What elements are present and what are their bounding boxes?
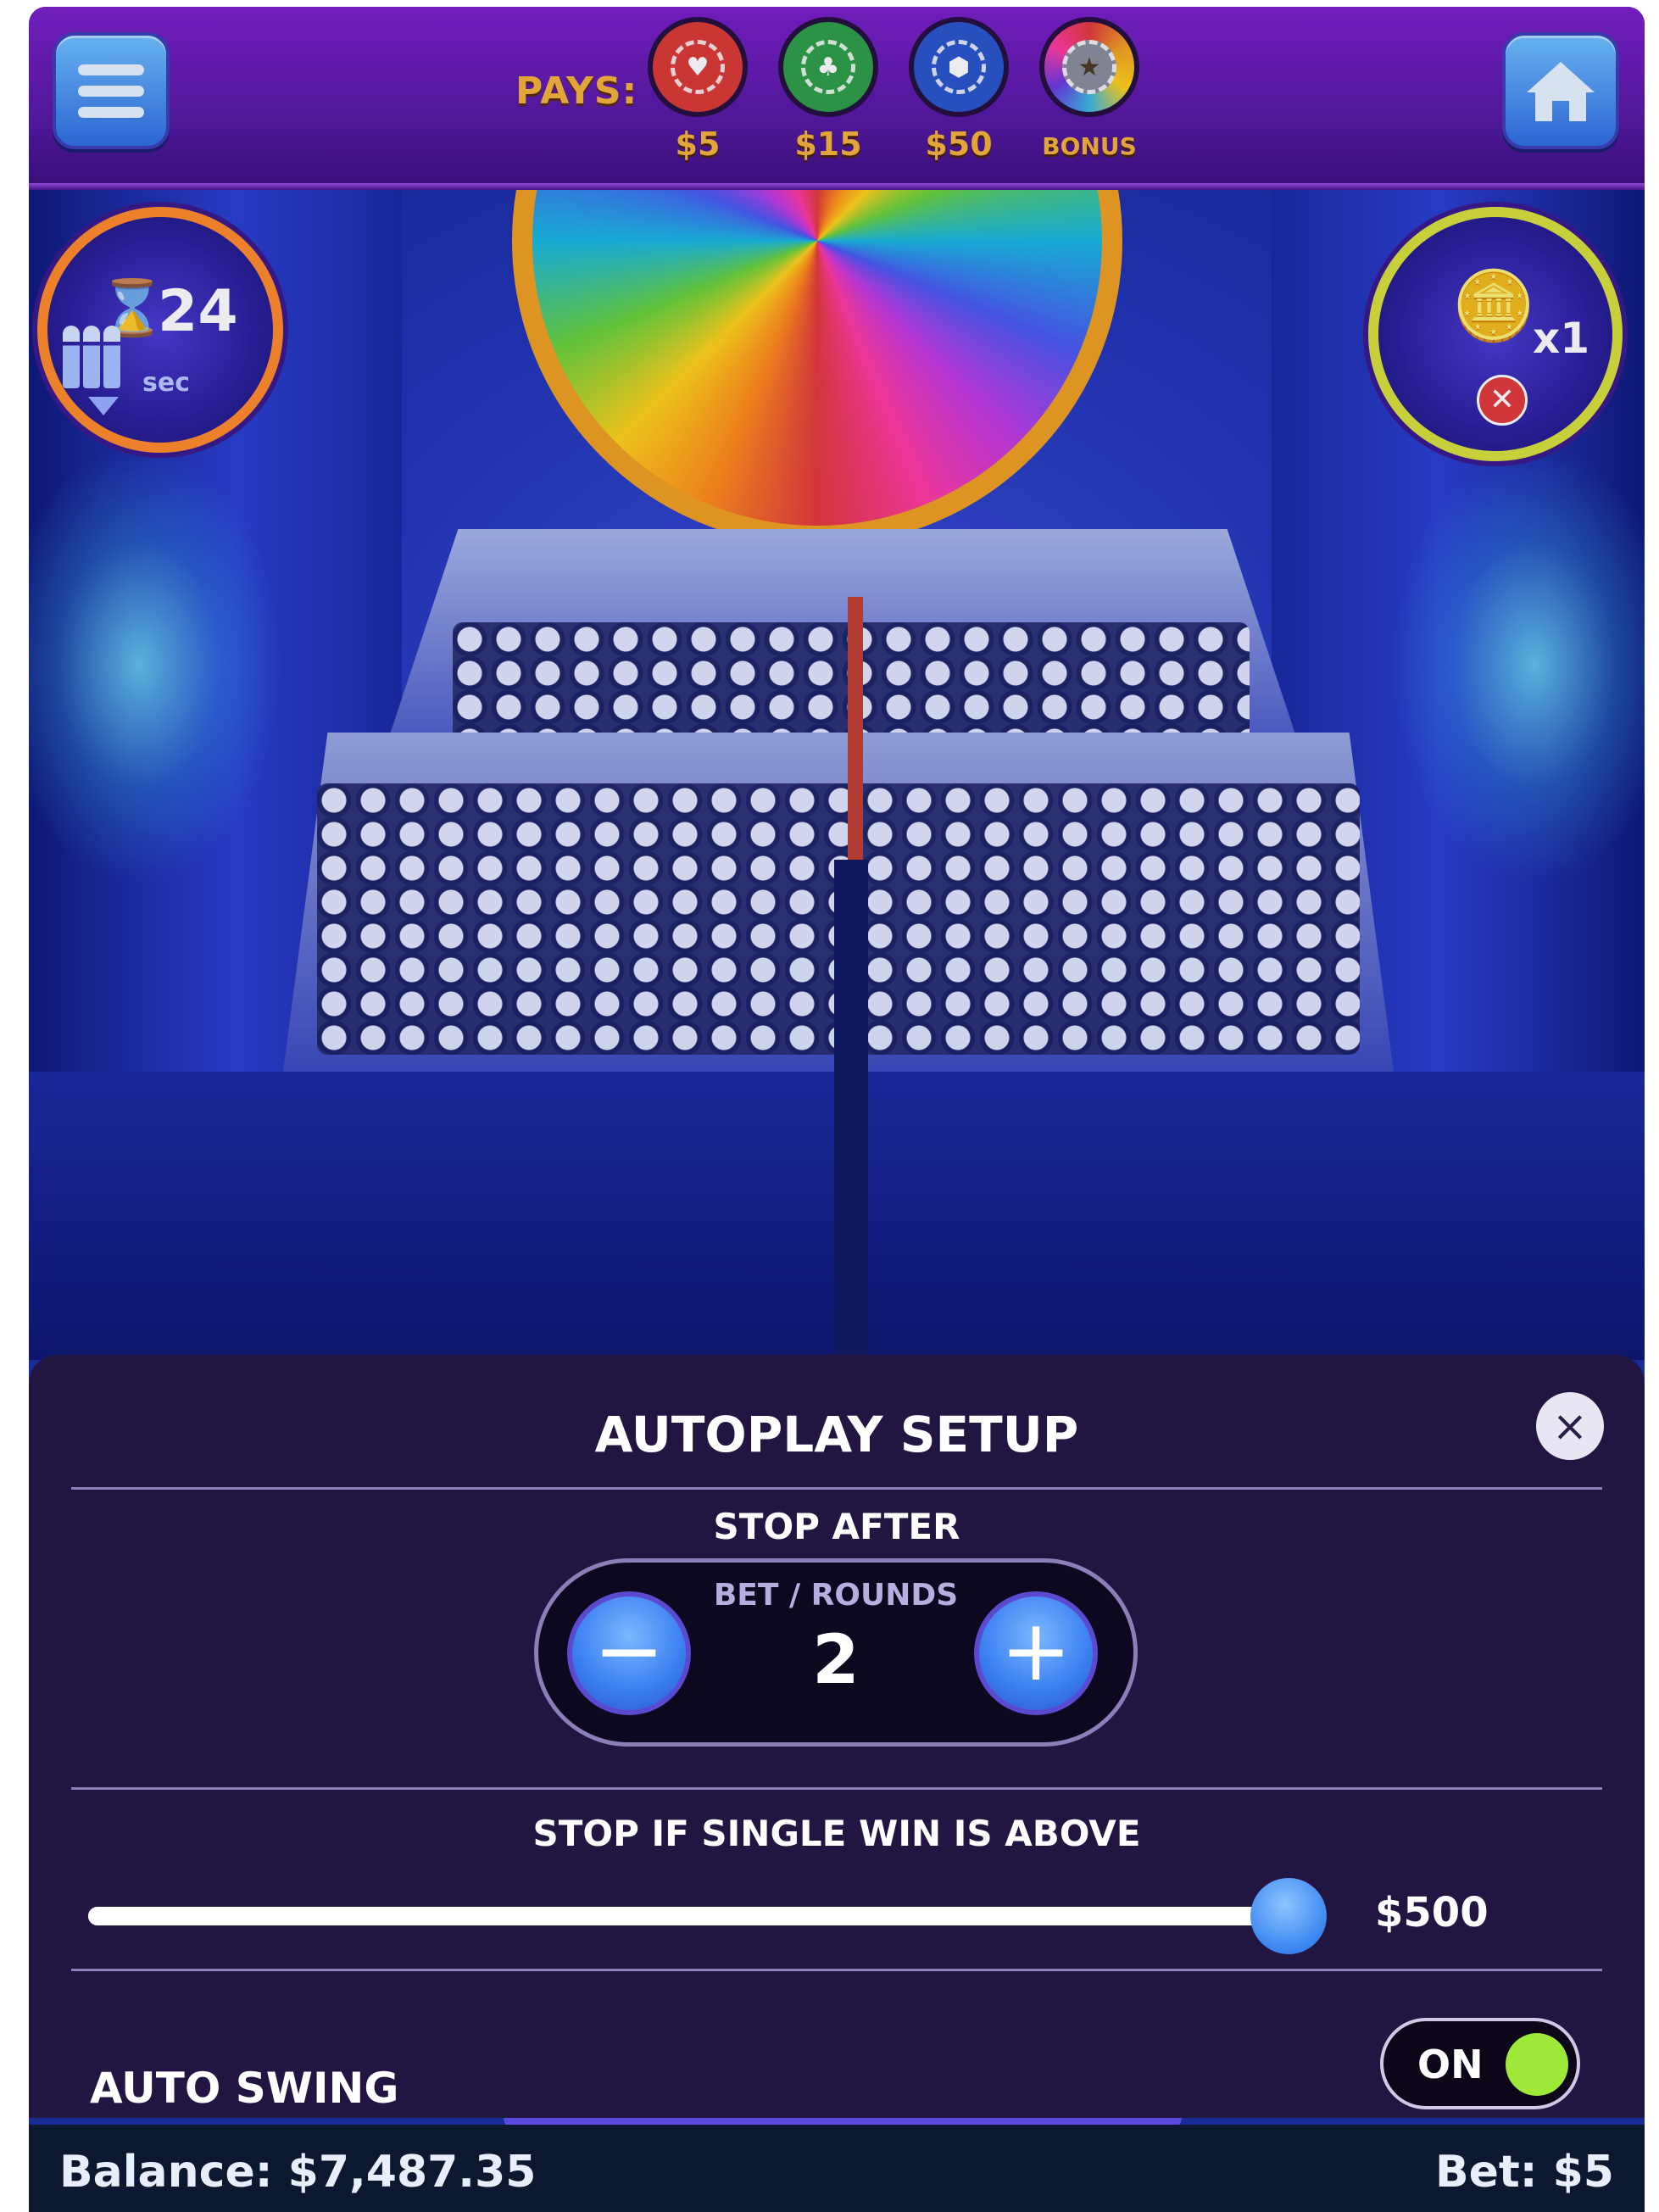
multiplier-value: x1 <box>1533 314 1590 363</box>
game-window: PAYS: ♥ $5 ♣ $15 ⬢ $50 ★ BONUS ⌛ 24 sec … <box>29 7 1645 2212</box>
coin-jar-icon: 🪙 <box>1451 266 1536 345</box>
divider <box>71 1969 1602 1971</box>
star-icon: ★ <box>1062 40 1116 94</box>
chip-5: ♥ <box>648 17 748 117</box>
heart-icon: ♥ <box>671 40 725 94</box>
light-left <box>29 444 283 885</box>
chip-bonus-value: BONUS <box>1042 132 1137 160</box>
chip-50-value: $50 <box>925 125 993 163</box>
hamburger-bar <box>78 85 144 97</box>
auto-swing-toggle[interactable]: ON <box>1380 2018 1580 2109</box>
chip-5-value: $5 <box>675 125 721 163</box>
panel-title: AUTOPLAY SETUP <box>594 1406 1079 1463</box>
auto-swing-label: AUTO SWING <box>90 2064 399 2113</box>
chip-15: ♣ <box>778 17 878 117</box>
toggle-state: ON <box>1417 2042 1484 2087</box>
plus-icon: + <box>1000 1601 1072 1700</box>
home-button[interactable] <box>1502 32 1619 149</box>
close-icon[interactable]: ✕ <box>1477 375 1528 426</box>
status-bar: Balance: $7,487.35 Bet: $5 <box>29 2125 1645 2212</box>
hamburger-bar <box>78 106 144 118</box>
player-icon <box>103 326 120 388</box>
toggle-knob <box>1506 2033 1568 2096</box>
hexagon-icon: ⬢ <box>932 40 986 94</box>
divider <box>71 1487 1602 1490</box>
bonus-wheel <box>512 190 1122 546</box>
single-win-value: $500 <box>1375 1889 1489 1936</box>
players-button[interactable] <box>63 326 124 415</box>
player-icon <box>83 326 100 388</box>
coin-multiplier[interactable]: 🪙 x1 ✕ <box>1368 207 1623 461</box>
chip-bonus: ★ <box>1039 17 1139 117</box>
single-win-slider[interactable] <box>88 1878 1328 1954</box>
autoplay-setup-panel: AUTOPLAY SETUP × STOP AFTER − BET / ROUN… <box>29 1355 1645 2118</box>
home-icon <box>1527 62 1595 121</box>
slider-thumb[interactable] <box>1250 1878 1328 1954</box>
single-win-label: STOP IF SINGLE WIN IS ABOVE <box>532 1813 1141 1854</box>
balance-text: Balance: $7,487.35 <box>59 2147 537 2198</box>
top-bar: PAYS: ♥ $5 ♣ $15 ⬢ $50 ★ BONUS <box>29 7 1645 190</box>
timer-unit: sec <box>142 368 190 398</box>
divider <box>71 1787 1602 1790</box>
increment-button[interactable]: + <box>974 1591 1098 1715</box>
menu-button[interactable] <box>53 32 170 149</box>
stop-after-label: STOP AFTER <box>713 1506 960 1547</box>
pays-label: PAYS: <box>515 70 638 113</box>
hamburger-menu-icon <box>78 64 144 75</box>
center-post <box>834 860 868 1360</box>
dropdown-arrow-icon <box>88 397 119 415</box>
light-right <box>1390 444 1645 885</box>
timer-value: 24 <box>158 278 238 345</box>
chip-15-value: $15 <box>794 125 862 163</box>
slider-fill <box>88 1907 1289 1925</box>
bet-text: Bet: $5 <box>1434 2147 1614 2198</box>
rounds-stepper: − BET / ROUNDS 2 + <box>534 1558 1138 1747</box>
chip-50: ⬢ <box>909 17 1009 117</box>
close-icon: × <box>1552 1401 1588 1451</box>
club-icon: ♣ <box>801 40 855 94</box>
close-button[interactable]: × <box>1536 1392 1604 1460</box>
player-icon <box>63 326 80 388</box>
